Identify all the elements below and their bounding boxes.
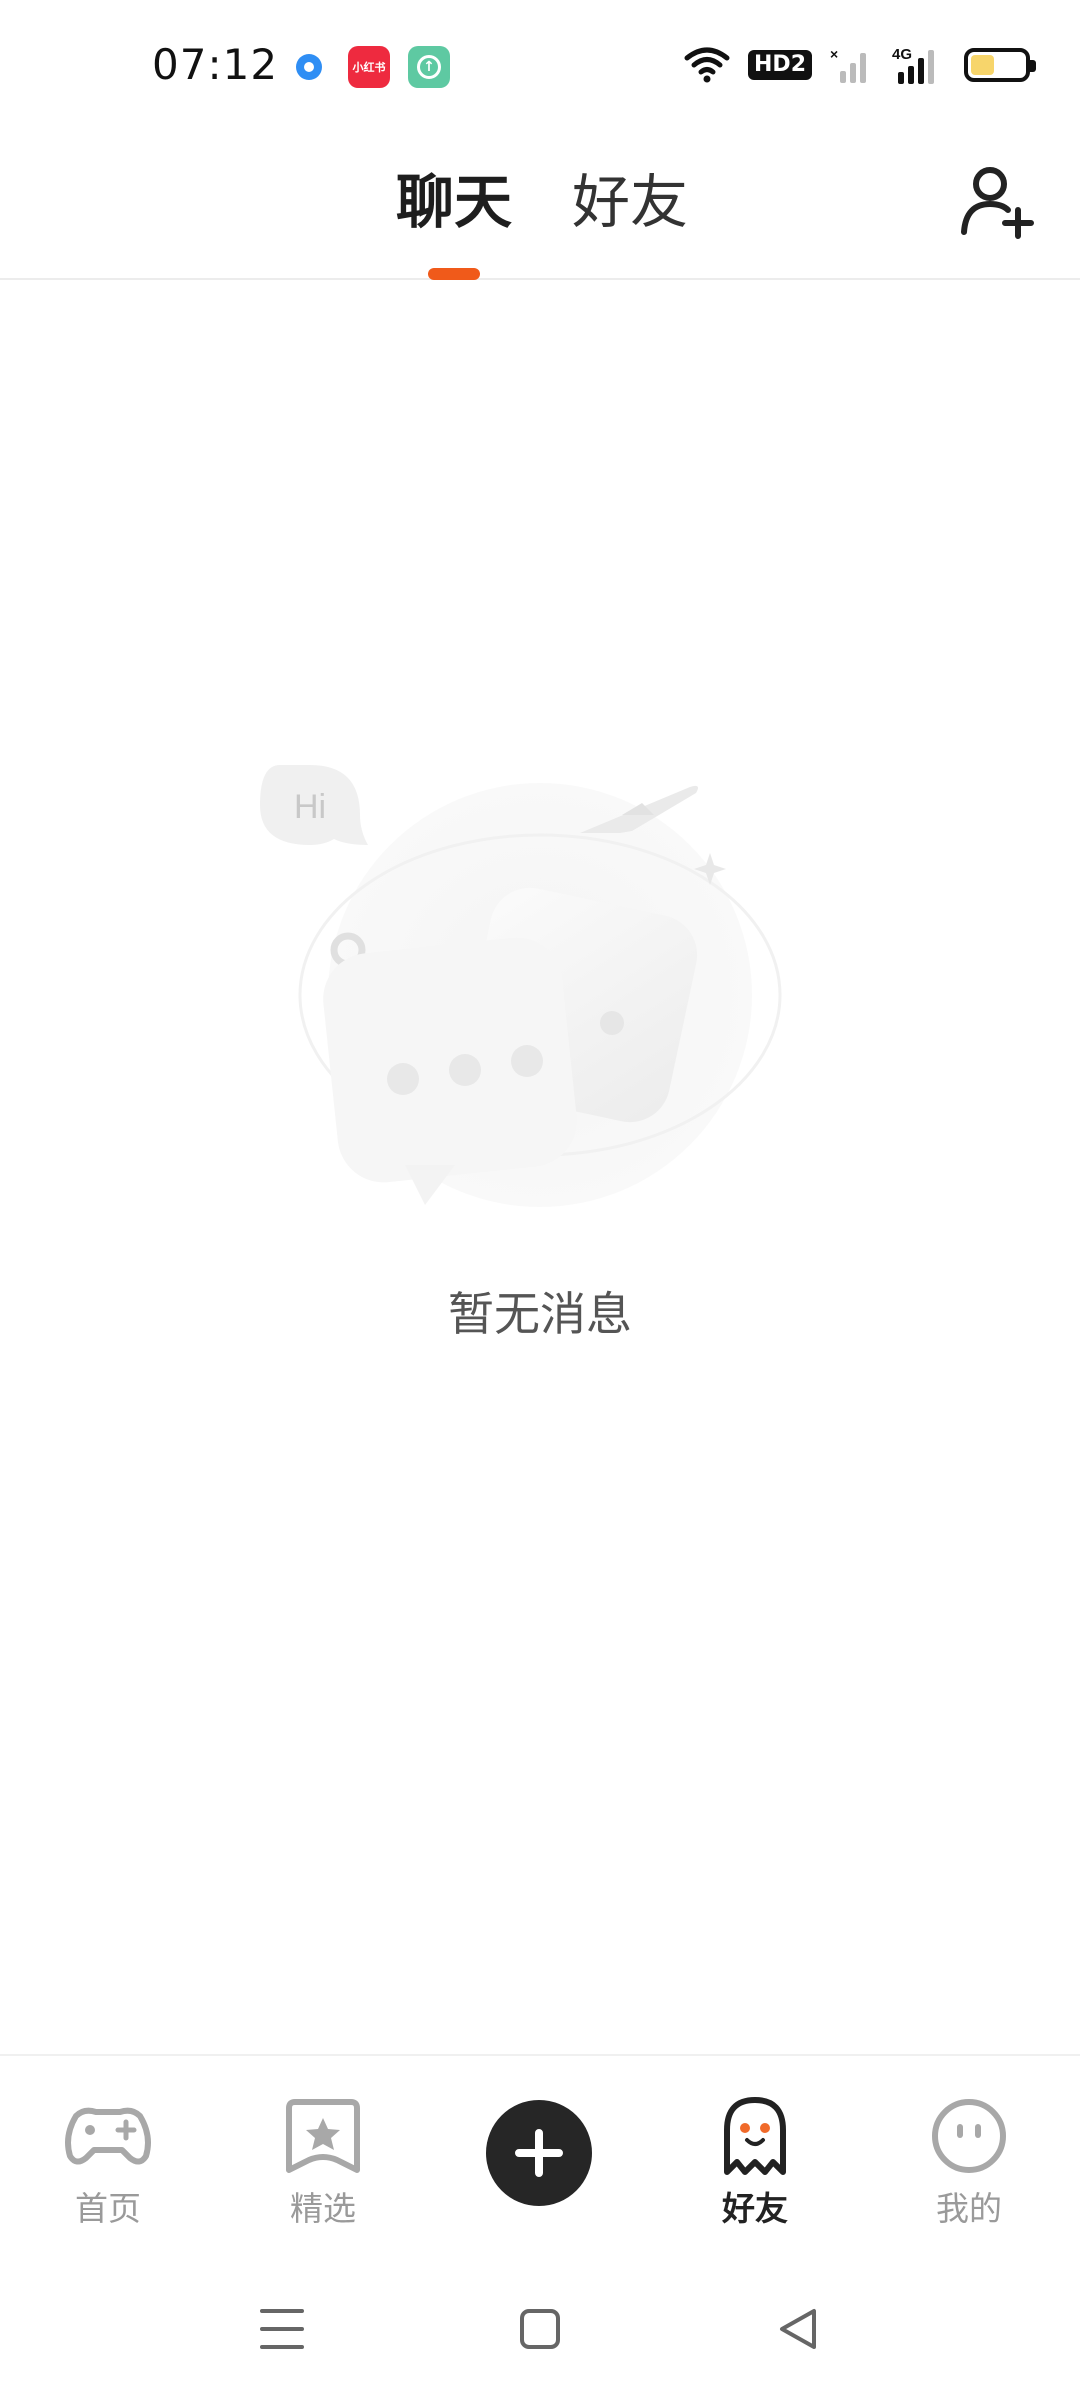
- ghost-icon: [724, 2097, 786, 2175]
- add-friend-button[interactable]: [956, 160, 1040, 244]
- upload-icon: ↑: [408, 46, 450, 88]
- browser-icon: [288, 46, 330, 88]
- tab-friends[interactable]: 好友: [572, 162, 688, 242]
- system-back-button[interactable]: [758, 2294, 838, 2364]
- xiaohongshu-label: 小红书: [352, 61, 386, 74]
- nav-label-friends: 好友: [722, 2182, 788, 2232]
- nav-label-mine: 我的: [936, 2189, 1002, 2228]
- nav-item-featured[interactable]: 精选: [253, 2096, 393, 2246]
- system-home-button[interactable]: [500, 2294, 580, 2364]
- nav-item-friends[interactable]: 好友: [685, 2096, 825, 2246]
- gamepad-icon: [65, 2107, 151, 2165]
- nav-label-featured: 精选: [290, 2189, 356, 2228]
- svg-text:×: ×: [830, 46, 838, 62]
- signal-sim1-icon: ×: [830, 46, 866, 83]
- status-time: 07:12: [152, 40, 279, 89]
- empty-messages-illustration: Hi: [260, 765, 782, 1207]
- add-user-icon: [961, 167, 1034, 239]
- nav-item-home[interactable]: 首页: [38, 2096, 178, 2246]
- star-bookmark-icon: [286, 2099, 360, 2173]
- battery-level: [971, 55, 995, 75]
- notification-icons: 小红书 ↑: [288, 46, 450, 88]
- home-square-icon: [520, 2309, 560, 2349]
- menu-icon: [260, 2309, 304, 2349]
- header: 聊天 好友: [0, 136, 1080, 280]
- plus-icon: [515, 2129, 563, 2177]
- system-status-icons: HD2 × 4G: [684, 44, 1036, 86]
- battery-icon: [964, 48, 1036, 82]
- create-post-button[interactable]: [486, 2100, 592, 2206]
- nav-label-home: 首页: [75, 2189, 141, 2228]
- xiaohongshu-icon: 小红书: [348, 46, 390, 88]
- active-tab-indicator: [428, 268, 480, 280]
- system-nav-bar: [0, 2254, 1080, 2400]
- face-icon: [932, 2099, 1006, 2173]
- system-menu-button[interactable]: [242, 2294, 322, 2364]
- tab-chat[interactable]: 聊天: [396, 162, 512, 242]
- nav-item-mine[interactable]: 我的: [899, 2096, 1039, 2246]
- network-type: 4G: [892, 46, 912, 63]
- signal-4g-icon: 4G: [892, 46, 934, 84]
- wifi-icon: [684, 47, 730, 83]
- hi-bubble-text: Hi: [294, 788, 326, 826]
- hd-badge: HD2: [748, 50, 812, 80]
- empty-state-message: 暂无消息: [448, 1287, 632, 1341]
- bottom-nav: 首页 精选 好友 我的: [0, 2054, 1080, 2254]
- status-bar: 07:12 小红书 ↑ HD2 × 4G: [0, 0, 1080, 136]
- back-triangle-icon: [780, 2309, 816, 2349]
